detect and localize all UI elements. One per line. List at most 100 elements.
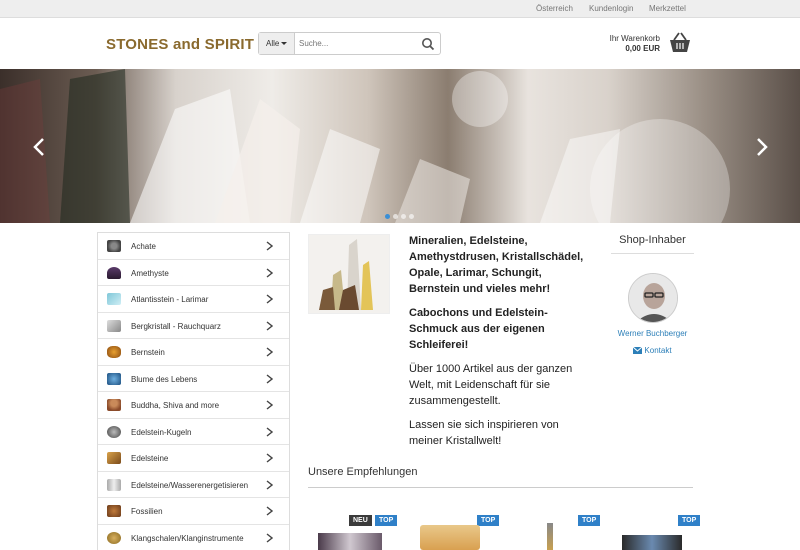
chevron-right-icon — [266, 479, 273, 490]
category-item-amethyste[interactable]: Amethyste — [98, 260, 289, 286]
chevron-right-icon — [266, 373, 273, 384]
slider-dot[interactable] — [393, 214, 398, 219]
category-label: Blume des Lebens — [131, 374, 198, 384]
slider-dot[interactable] — [401, 214, 406, 219]
topbar-link-country[interactable]: Österreich — [536, 4, 573, 13]
category-label: Buddha, Shiva and more — [131, 401, 220, 410]
larimar-thumbnail — [107, 293, 121, 305]
category-item-edelsteine[interactable]: Edelsteine — [98, 445, 289, 472]
category-label: Bernstein — [131, 348, 165, 357]
contact-label: Kontakt — [644, 346, 672, 355]
chevron-right-icon — [266, 506, 273, 516]
hero-crystal-image — [0, 69, 730, 223]
category-item-bernstein[interactable]: Bernstein — [98, 339, 289, 366]
product-image — [318, 533, 382, 550]
badge-top: TOP — [678, 515, 701, 526]
search-category-select[interactable]: Alle — [259, 33, 295, 54]
water-energizing-thumbnail — [107, 478, 121, 491]
category-item-achate[interactable]: Achate — [98, 233, 289, 260]
product-image — [547, 523, 553, 550]
chevron-right-icon — [266, 532, 273, 543]
owner-contact-link[interactable]: Kontakt — [611, 346, 694, 355]
badge-top: TOP — [375, 515, 398, 526]
promo-paragraph-2: Lassen sie sich inspirieren von meiner K… — [409, 419, 559, 447]
category-item-blume-des-lebens[interactable]: Blume des Lebens — [98, 366, 289, 392]
slider-dots — [385, 208, 417, 222]
chevron-right-icon — [266, 320, 273, 331]
chevron-right-icon — [266, 400, 273, 410]
category-list: Achate Amethyste Atlantisstein - Larimar… — [97, 232, 290, 550]
search-input[interactable] — [299, 36, 417, 51]
owner-avatar — [627, 273, 678, 323]
category-item-wasserenergetisieren[interactable]: Edelsteine/Wasserenergetisieren — [98, 472, 289, 498]
shop-logo[interactable]: STONES and SPIRIT — [106, 36, 254, 53]
promo-crystals-image — [308, 234, 390, 314]
chevron-right-icon — [266, 347, 273, 357]
search-category-label: Alle — [266, 39, 280, 48]
search-icon[interactable] — [421, 37, 435, 51]
fossil-thumbnail — [107, 505, 121, 517]
chevron-right-icon — [266, 294, 273, 304]
category-label: Edelsteine/Wasserenergetisieren — [131, 480, 249, 490]
product-card[interactable]: TOP — [618, 515, 701, 550]
person-portrait — [628, 274, 677, 322]
buddha-thumbnail — [107, 399, 121, 411]
rock-crystal-thumbnail — [107, 319, 121, 332]
product-image — [420, 525, 480, 550]
category-label: Atlantisstein - Larimar — [131, 295, 209, 304]
amethyst-thumbnail — [107, 266, 121, 279]
category-item-buddha[interactable]: Buddha, Shiva and more — [98, 392, 289, 419]
category-item-edelstein-kugeln[interactable]: Edelstein-Kugeln — [98, 419, 289, 445]
product-card[interactable]: NEU TOP — [316, 515, 398, 550]
badge-top: TOP — [578, 515, 601, 526]
shop-owner-box: Shop-Inhaber Werner Buchberger Kontakt — [611, 234, 694, 355]
owner-name[interactable]: Werner Buchberger — [611, 329, 694, 338]
chevron-right-icon — [266, 267, 273, 278]
basket-icon[interactable] — [668, 32, 692, 54]
cart-summary[interactable]: Ihr Warenkorb 0,00 EUR — [600, 34, 660, 54]
header: STONES and SPIRIT Alle Ihr Warenkorb 0,0… — [0, 18, 800, 69]
amber-thumbnail — [107, 346, 121, 358]
category-item-fossilien[interactable]: Fossilien — [98, 498, 289, 525]
category-label: Klangschalen/Klanginstrumente — [131, 533, 244, 543]
topbar-link-login[interactable]: Kundenlogin — [589, 4, 633, 13]
badge-top: TOP — [477, 515, 500, 526]
slider-prev-icon[interactable] — [32, 137, 46, 157]
top-bar: Österreich Kundenlogin Merkzettel — [0, 0, 800, 18]
flower-of-life-thumbnail — [107, 372, 121, 385]
owner-title: Shop-Inhaber — [611, 234, 694, 254]
category-label: Edelstein-Kugeln — [131, 427, 192, 437]
slider-dot[interactable] — [385, 214, 390, 219]
promo-heading: Mineralien, Edelsteine, Amethystdrusen, … — [409, 235, 584, 295]
chevron-right-icon — [266, 426, 273, 437]
category-label: Achate — [131, 242, 156, 251]
product-card[interactable]: TOP — [416, 515, 500, 550]
product-card[interactable]: TOP — [517, 515, 601, 550]
hero-slider — [0, 69, 800, 223]
product-image — [622, 535, 682, 550]
category-label: Bergkristall - Rauchquarz — [131, 321, 221, 331]
promo-paragraph-1: Über 1000 Artikel aus der ganzen Welt, m… — [409, 363, 573, 407]
cart-label: Ihr Warenkorb — [609, 34, 660, 43]
crystals-illustration — [319, 239, 373, 310]
slider-dot[interactable] — [409, 214, 414, 219]
recommendations-divider — [308, 487, 693, 488]
envelope-icon — [633, 346, 643, 354]
gemstone-sphere-thumbnail — [107, 425, 121, 438]
chevron-right-icon — [266, 453, 273, 463]
slider-next-icon[interactable] — [755, 137, 769, 157]
topbar-link-wishlist[interactable]: Merkzettel — [649, 4, 686, 13]
gemstones-thumbnail — [107, 452, 121, 464]
category-item-larimar[interactable]: Atlantisstein - Larimar — [98, 286, 289, 313]
category-item-klangschalen[interactable]: Klangschalen/Klanginstrumente — [98, 525, 289, 550]
promo-text: Mineralien, Edelsteine, Amethystdrusen, … — [409, 233, 594, 457]
category-label: Edelsteine — [131, 454, 169, 463]
promo-subheading: Cabochons und Edelstein-Schmuck aus der … — [409, 307, 548, 351]
chevron-right-icon — [266, 241, 273, 251]
singing-bowl-thumbnail — [107, 531, 121, 544]
agate-thumbnail — [107, 240, 121, 252]
cart-amount: 0,00 EUR — [625, 44, 660, 53]
caret-down-icon — [281, 42, 288, 46]
category-item-bergkristall[interactable]: Bergkristall - Rauchquarz — [98, 313, 289, 339]
category-label: Amethyste — [131, 268, 169, 278]
